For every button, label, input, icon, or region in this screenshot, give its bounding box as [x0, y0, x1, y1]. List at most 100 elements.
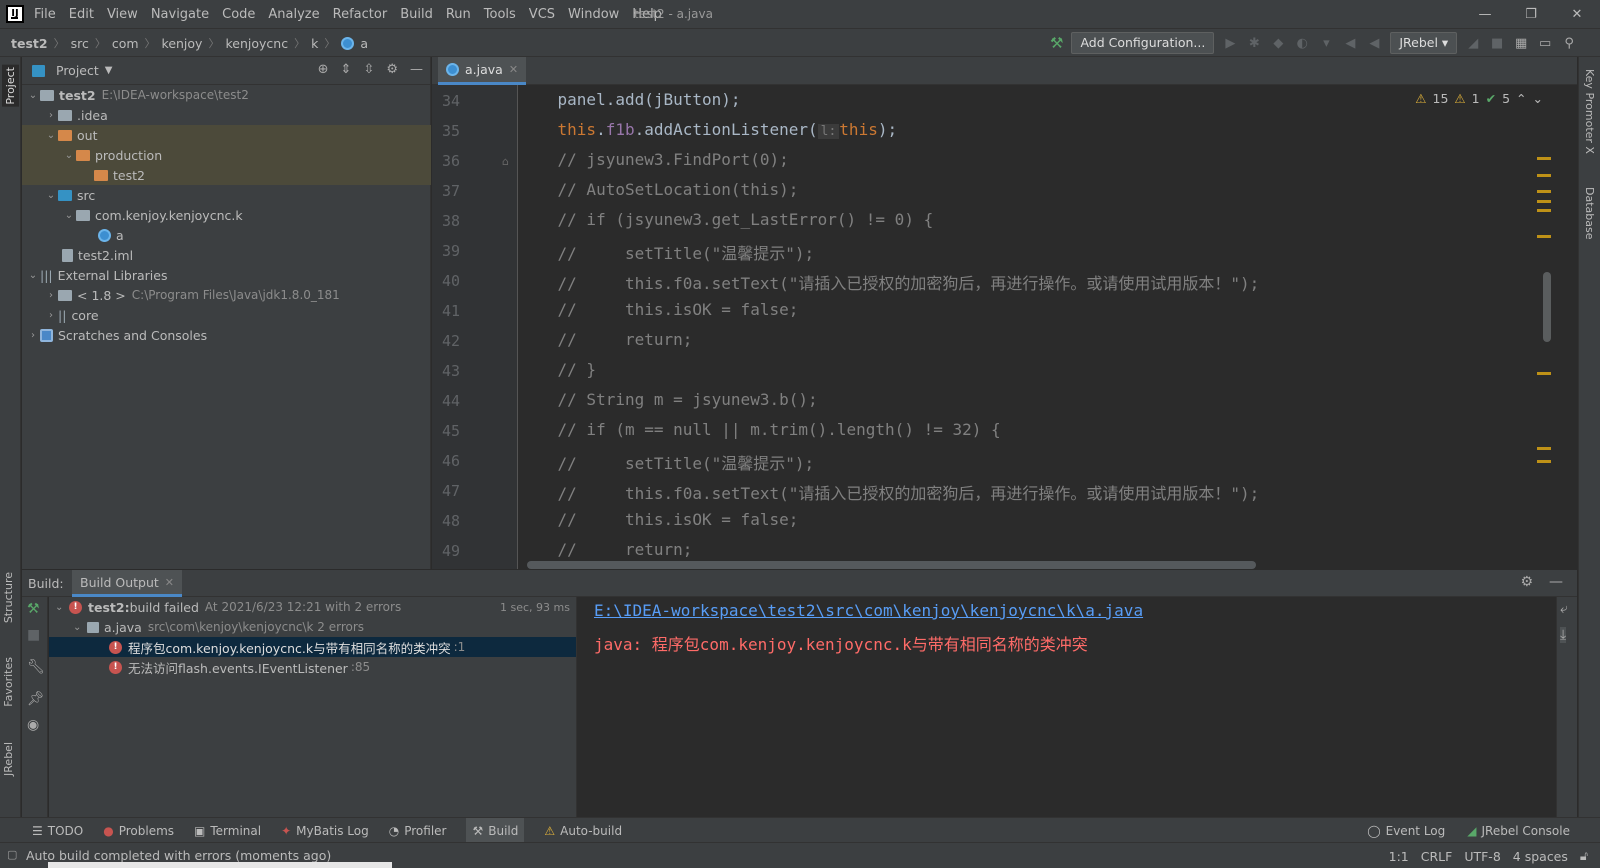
menu-window[interactable]: Window — [568, 7, 619, 22]
run-icon[interactable]: ▶ — [1222, 36, 1238, 51]
tree-node-package[interactable]: ⌄ com.kenjoy.kenjoycnc.k — [22, 205, 431, 225]
chevron-down-icon[interactable]: ⌄ — [44, 130, 58, 141]
close-icon[interactable]: ✕ — [509, 63, 518, 76]
close-icon[interactable]: ✕ — [1554, 0, 1600, 29]
tree-node-iml[interactable]: test2.iml — [22, 245, 431, 265]
chevron-down-icon[interactable]: ⌄ — [1533, 91, 1543, 106]
pin-icon[interactable]: 📌︎ — [27, 691, 45, 707]
tree-node-core[interactable]: › || core — [22, 305, 431, 325]
chevron-right-icon[interactable]: › — [44, 110, 58, 121]
indent-setting[interactable]: 4 spaces — [1513, 849, 1568, 864]
error-stripe-mark[interactable] — [1537, 235, 1551, 238]
event-log-tool-button[interactable]: ◯ Event Log — [1367, 824, 1445, 838]
error-stripe-mark[interactable] — [1537, 372, 1551, 375]
rebuild-hammer-icon[interactable]: ⚒ — [27, 601, 40, 617]
tree-node-class-a[interactable]: a — [22, 225, 431, 245]
jrebel-console-tool-button[interactable]: ◢ JRebel Console — [1467, 824, 1570, 838]
jrebel-debug-icon[interactable]: ◀ — [1366, 36, 1382, 51]
mybatis-log-tool-button[interactable]: ✦ MyBatis Log — [281, 824, 369, 838]
project-tool-tab[interactable]: Project — [2, 65, 19, 107]
stop-icon[interactable]: ■ — [1489, 36, 1505, 51]
stop-icon[interactable]: ■ — [27, 627, 40, 643]
debug-icon[interactable]: ✱ — [1246, 36, 1262, 51]
breadcrumb-kenjoy[interactable]: kenjoy — [162, 36, 203, 51]
menu-vcs[interactable]: VCS — [529, 7, 555, 22]
tab-build-output[interactable]: Build Output ✕ — [72, 570, 182, 597]
error-stripe-mark[interactable] — [1537, 447, 1551, 450]
profile-icon[interactable]: ◐ — [1294, 36, 1310, 51]
breadcrumb-a[interactable]: a — [360, 36, 368, 51]
chevron-right-icon[interactable]: › — [44, 290, 58, 301]
chevron-down-icon[interactable]: ⌄ — [62, 210, 76, 221]
chevron-down-icon[interactable]: ⌄ — [26, 90, 40, 101]
build-hammer-icon[interactable]: ⚒ — [1050, 34, 1063, 52]
inspection-widget[interactable]: ⚠ 15 ⚠ 1 ✔ 5 ⌃ ⌄ — [1415, 91, 1543, 106]
vertical-scrollbar[interactable] — [1543, 272, 1551, 342]
chevron-down-icon[interactable]: ⌄ — [26, 270, 40, 281]
build-console-output[interactable]: E:\IDEA-workspace\test2\src\com\kenjoy\k… — [578, 597, 1556, 817]
project-structure-icon[interactable]: ▦ — [1513, 36, 1529, 51]
menu-navigate[interactable]: Navigate — [151, 7, 209, 22]
close-icon[interactable]: ✕ — [165, 576, 174, 589]
chevron-down-icon[interactable]: ⌄ — [73, 622, 87, 633]
project-view-selector[interactable]: Project ▼ — [32, 63, 112, 78]
tree-node-test2-output[interactable]: test2 — [22, 165, 431, 185]
tree-node-external-libraries[interactable]: ⌄ ||| External Libraries — [22, 265, 431, 285]
tree-node-scratches[interactable]: › Scratches and Consoles — [22, 325, 431, 345]
database-tab[interactable]: Database — [1583, 187, 1596, 240]
gear-icon[interactable]: ⚙ — [386, 62, 398, 77]
breadcrumb-k[interactable]: k — [311, 36, 318, 51]
menu-view[interactable]: View — [107, 7, 138, 22]
problems-tool-button[interactable]: ● Problems — [103, 824, 174, 838]
hide-icon[interactable]: — — [410, 62, 423, 77]
file-encoding[interactable]: UTF-8 — [1464, 849, 1500, 864]
output-file-link[interactable]: E:\IDEA-workspace\test2\src\com\kenjoy\k… — [594, 601, 1143, 620]
layout-icon[interactable]: ▭ — [1537, 36, 1553, 51]
collapse-all-icon[interactable]: ⇳ — [363, 62, 374, 77]
menu-analyze[interactable]: Analyze — [268, 7, 319, 22]
build-result-node[interactable]: ⌄ ! test2: build failed At 2021/6/23 12:… — [49, 597, 576, 617]
tab-a-java[interactable]: a.java ✕ — [438, 57, 527, 85]
status-message[interactable]: Auto build completed with errors (moment… — [26, 848, 331, 863]
horizontal-scrollbar[interactable] — [527, 561, 1256, 569]
breadcrumb-kenjoycnc[interactable]: kenjoycnc — [225, 36, 288, 51]
structure-tool-tab[interactable]: Structure — [2, 572, 15, 623]
chevron-right-icon[interactable]: › — [26, 330, 40, 341]
breadcrumb-com[interactable]: com — [112, 36, 139, 51]
search-icon[interactable]: ⚲ — [1561, 36, 1577, 51]
chevron-right-icon[interactable]: › — [44, 310, 58, 321]
caret-position[interactable]: 1:1 — [1389, 849, 1409, 864]
tree-node-test2[interactable]: ⌄ test2 E:\IDEA-workspace\test2 — [22, 85, 431, 105]
build-tool-button[interactable]: ⚒ Build — [466, 818, 525, 843]
gear-icon[interactable]: ⚙ — [1520, 574, 1533, 590]
todo-tool-button[interactable]: ☰ TODO — [32, 824, 83, 838]
soft-wrap-icon[interactable]: ⤶ — [1560, 601, 1568, 617]
fold-icon[interactable]: ⌂ — [502, 155, 509, 168]
error-stripe-mark[interactable] — [1537, 174, 1551, 177]
jrebel-dropdown[interactable]: JRebel ▾ — [1390, 32, 1458, 54]
chevron-down-icon[interactable]: ⌄ — [44, 190, 58, 201]
build-file-node[interactable]: ⌄ a.java src\com\kenjoy\kenjoycnc\k 2 er… — [49, 617, 576, 637]
minimize-icon[interactable]: — — [1462, 0, 1508, 29]
coverage-icon[interactable]: ◆ — [1270, 36, 1286, 51]
profiler-tool-button[interactable]: ◔ Profiler — [389, 824, 447, 838]
tree-node-idea[interactable]: › .idea — [22, 105, 431, 125]
restore-icon[interactable]: ❐ — [1508, 0, 1554, 29]
breadcrumb-test2[interactable]: test2 — [11, 36, 48, 51]
breadcrumb-src[interactable]: src — [71, 36, 89, 51]
build-error-node[interactable]: ! 无法访问flash.events.IEventListener :85 — [49, 657, 576, 677]
code-area[interactable]: panel.add(jButton); this.f1b.addActionLi… — [519, 85, 1554, 569]
scroll-to-end-icon[interactable]: ⤓ — [1560, 627, 1567, 643]
chevron-up-icon[interactable]: ⌃ — [1516, 91, 1526, 106]
chevron-down-icon[interactable]: ⌄ — [55, 602, 69, 613]
error-stripe-mark[interactable] — [1537, 209, 1551, 212]
locate-icon[interactable]: ⊕ — [318, 62, 329, 77]
run-more-icon[interactable]: ▾ — [1318, 36, 1334, 51]
line-separator[interactable]: CRLF — [1421, 849, 1453, 864]
favorites-tool-tab[interactable]: Favorites — [2, 657, 15, 707]
tree-node-production[interactable]: ⌄ production — [22, 145, 431, 165]
terminal-tool-button[interactable]: ▣ Terminal — [194, 824, 261, 838]
tree-node-src[interactable]: ⌄ src — [22, 185, 431, 205]
menu-file[interactable]: File — [34, 7, 56, 22]
jrebel-tool-tab[interactable]: JRebel — [2, 742, 15, 776]
